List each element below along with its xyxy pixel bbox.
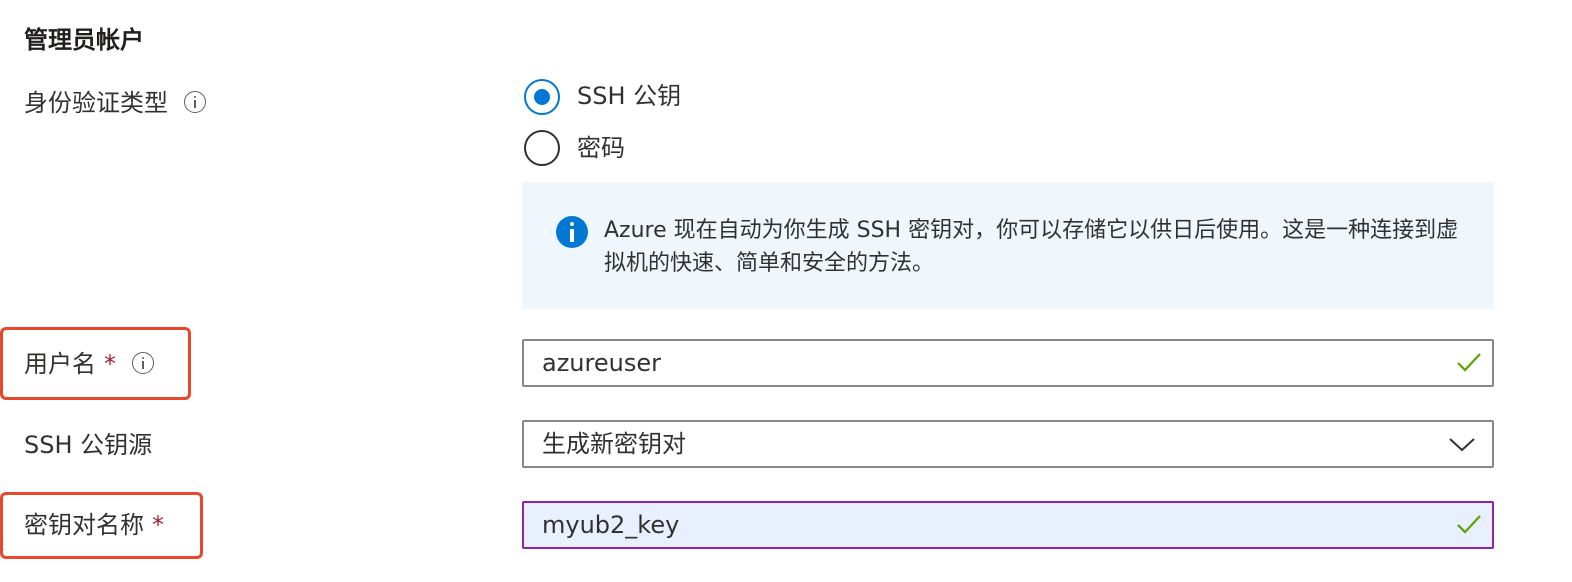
required-asterisk: * bbox=[152, 511, 164, 539]
section-title: 管理员帐户 bbox=[24, 26, 144, 54]
auth-type-label-row: 身份验证类型 bbox=[24, 87, 206, 119]
radio-ssh-public-key[interactable] bbox=[524, 79, 560, 115]
info-filled-icon bbox=[556, 216, 588, 248]
username-input[interactable]: azureuser bbox=[522, 339, 1494, 387]
radio-ssh-public-key-label[interactable]: SSH 公钥 bbox=[577, 80, 681, 112]
info-message-text: Azure 现在自动为你生成 SSH 密钥对，你可以存储它以供日后使用。这是一种… bbox=[604, 218, 1459, 276]
info-icon[interactable] bbox=[132, 352, 154, 374]
key-pair-name-label: 密钥对名称 bbox=[24, 511, 144, 539]
key-pair-name-input[interactable]: myub2_key bbox=[522, 501, 1494, 549]
username-label-row: 用户名 * bbox=[24, 348, 154, 380]
auth-type-label: 身份验证类型 bbox=[24, 89, 168, 117]
username-value: azureuser bbox=[542, 349, 661, 377]
chevron-down-icon bbox=[1449, 438, 1475, 452]
info-icon[interactable] bbox=[184, 91, 206, 113]
check-icon bbox=[1457, 353, 1481, 372]
key-pair-label-row: 密钥对名称 * bbox=[24, 509, 164, 541]
ssh-source-selected: 生成新密钥对 bbox=[542, 430, 686, 458]
radio-password-label[interactable]: 密码 bbox=[577, 132, 625, 164]
ssh-source-label: SSH 公钥源 bbox=[24, 431, 153, 459]
check-icon bbox=[1457, 515, 1481, 534]
required-asterisk: * bbox=[104, 350, 116, 378]
ssh-source-dropdown[interactable]: 生成新密钥对 bbox=[522, 420, 1494, 468]
radio-password[interactable] bbox=[524, 130, 560, 166]
key-pair-name-value: myub2_key bbox=[542, 511, 680, 539]
username-label: 用户名 bbox=[24, 350, 96, 378]
